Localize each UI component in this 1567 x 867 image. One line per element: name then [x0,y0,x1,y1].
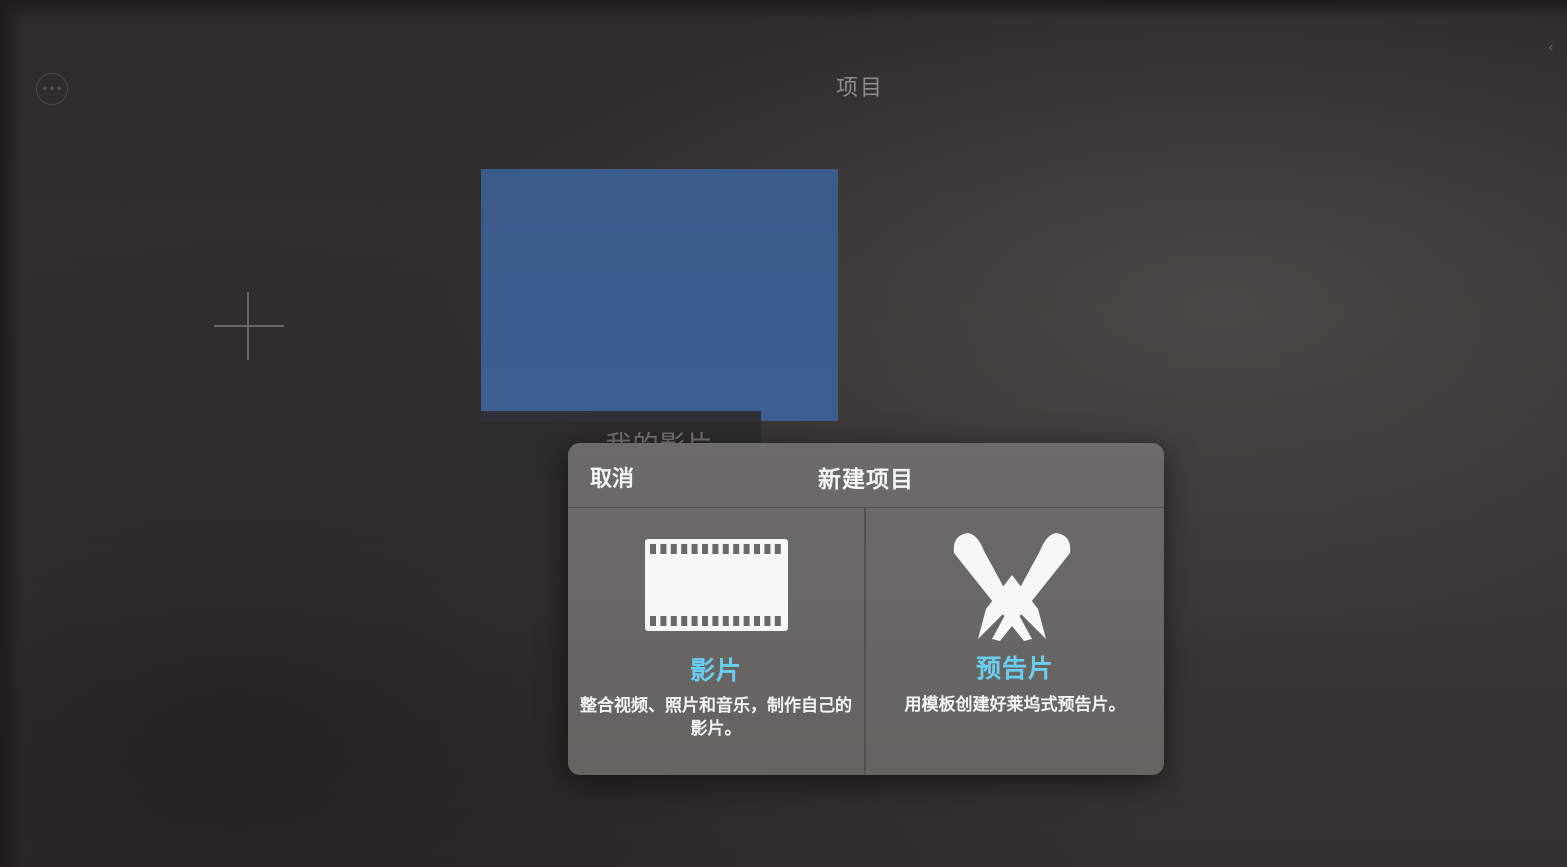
app-background: ••• 项目 ‹ 我的影片 取消 新建项目 影片 整合视频、照片和音乐，制作自己… [0,0,1567,867]
top-edge [0,0,1567,18]
option-title: 影片 [689,656,742,685]
ellipsis-circle-icon: ••• [41,82,63,96]
page-title: 项目 [835,76,884,101]
option-description: 整合视频、照片和音乐，制作自己的影片。 [580,696,852,739]
dialog-header: 取消 新建项目 [568,443,1164,508]
add-project-button[interactable] [212,292,286,362]
dialog-title: 新建项目 [818,467,914,493]
new-movie-option[interactable]: 影片 整合视频、照片和音乐，制作自己的影片。 [568,507,864,775]
new-project-dialog: 取消 新建项目 影片 整合视频、照片和音乐，制作自己的影片。 预告片 用模板创建… [568,443,1164,775]
project-thumbnail [481,169,838,421]
more-options-button[interactable]: ••• [36,73,68,105]
chevron-left-icon: ‹ [1548,40,1554,56]
project-card[interactable]: 我的影片 [481,169,838,481]
new-trailer-option[interactable]: 预告片 用模板创建好莱坞式预告片。 [866,507,1164,775]
option-title: 预告片 [975,654,1054,683]
option-description: 用模板创建好莱坞式预告片。 [904,695,1126,715]
plus-icon [214,325,284,327]
left-edge [0,0,22,867]
film-strip-icon [645,539,788,631]
searchlights-icon [953,533,1071,641]
